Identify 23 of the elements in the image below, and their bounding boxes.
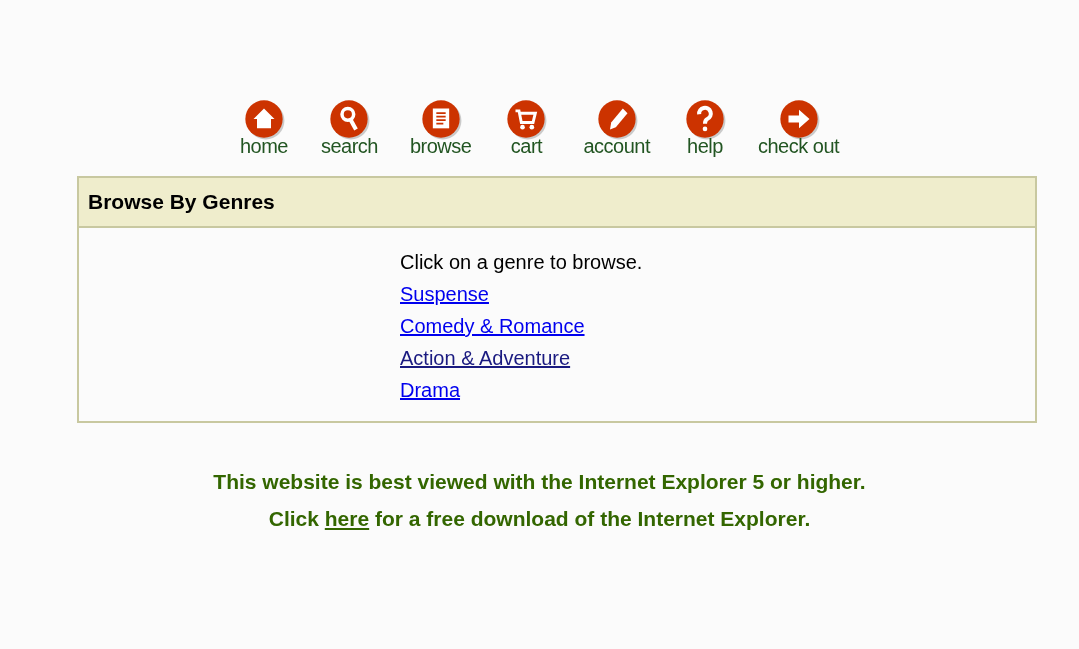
instruction-text: Click on a genre to browse. — [400, 250, 643, 275]
nav-link[interactable]: account — [583, 98, 650, 176]
house-icon — [242, 98, 285, 140]
genre-link[interactable]: Comedy & Romance — [400, 310, 585, 342]
pencil-icon — [595, 98, 638, 140]
panel-title: Browse By Genres — [87, 190, 275, 214]
search-icon — [328, 98, 371, 140]
nav-link[interactable]: check out — [758, 98, 840, 176]
nav-link[interactable]: search — [320, 98, 378, 176]
nav-link[interactable]: home — [239, 98, 288, 176]
nav-link[interactable]: browse — [409, 98, 472, 176]
cart-icon — [505, 98, 548, 140]
genre-link[interactable]: Suspense — [400, 278, 489, 310]
question-mark-icon — [684, 98, 726, 140]
download-link[interactable]: here — [324, 507, 370, 530]
browser-notice: This website is best viewed with the Internet Explorer 5 or higher. — [213, 469, 866, 495]
genre-link[interactable]: Drama — [400, 374, 460, 406]
download-notice: Click here for a free download of the Internet Explorer. — [268, 507, 811, 530]
document-icon — [419, 98, 462, 140]
nav-link[interactable]: help — [684, 98, 726, 176]
arrow-right-icon — [777, 98, 820, 140]
nav-link[interactable]: cart — [505, 98, 548, 176]
genre-link[interactable]: Action & Adventure — [400, 342, 571, 374]
